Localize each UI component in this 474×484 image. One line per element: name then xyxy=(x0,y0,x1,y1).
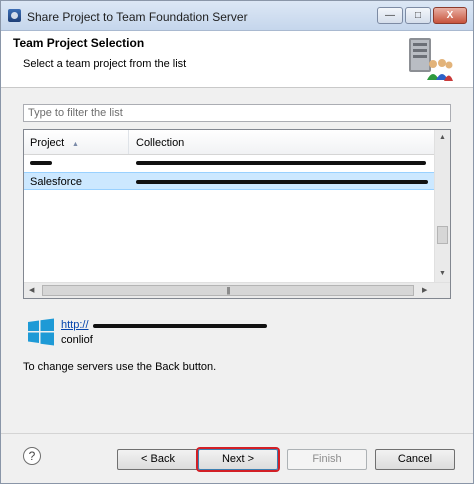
close-button[interactable]: X xyxy=(433,7,467,24)
scroll-left-icon[interactable]: ◀ xyxy=(29,286,34,294)
cancel-button[interactable]: Cancel xyxy=(375,449,455,470)
filter-input[interactable] xyxy=(23,104,451,122)
project-table[interactable]: Project ▲ Collection Salesforce ▲ ▼ ◀ ||… xyxy=(23,129,451,299)
vertical-scrollbar[interactable]: ▲ ▼ xyxy=(434,130,450,282)
cell-project: Salesforce xyxy=(30,176,82,188)
server-username: conliof xyxy=(61,334,93,346)
maximize-button[interactable]: □ xyxy=(405,7,431,24)
page-title: Team Project Selection xyxy=(13,36,145,50)
table-header: Project ▲ Collection xyxy=(24,130,434,155)
vertical-scroll-thumb[interactable] xyxy=(437,226,448,244)
window-title: Share Project to Team Foundation Server xyxy=(27,10,248,24)
server-url-link[interactable]: http:// xyxy=(61,319,89,331)
column-header-collection[interactable]: Collection xyxy=(130,130,434,154)
horizontal-scrollbar[interactable]: ◀ ||| ▶ xyxy=(24,282,450,298)
horizontal-scroll-thumb[interactable]: ||| xyxy=(42,285,414,296)
scroll-down-icon[interactable]: ▼ xyxy=(439,270,446,277)
redaction-scribble xyxy=(136,161,426,165)
footer-divider xyxy=(1,433,473,434)
windows-logo-icon xyxy=(28,318,54,346)
next-button[interactable]: Next > xyxy=(198,449,278,470)
help-icon[interactable]: ? xyxy=(23,447,41,465)
table-row[interactable] xyxy=(24,154,434,172)
scroll-up-icon[interactable]: ▲ xyxy=(439,134,446,141)
dialog-window: Share Project to Team Foundation Server … xyxy=(0,0,474,484)
server-users-icon xyxy=(409,38,453,81)
app-icon xyxy=(8,9,21,22)
scroll-right-icon[interactable]: ▶ xyxy=(422,286,427,294)
redaction-scribble xyxy=(30,161,52,165)
column-header-project[interactable]: Project ▲ xyxy=(24,130,129,154)
table-row[interactable]: Salesforce xyxy=(24,172,434,190)
finish-button[interactable]: Finish xyxy=(287,449,367,470)
redaction-scribble xyxy=(93,324,267,328)
wizard-banner: Team Project Selection Select a team pro… xyxy=(1,31,473,88)
title-bar[interactable]: Share Project to Team Foundation Server … xyxy=(1,1,473,31)
hint-text: To change servers use the Back button. xyxy=(23,361,217,373)
page-subtitle: Select a team project from the list xyxy=(23,58,187,70)
back-button[interactable]: < Back xyxy=(117,449,199,470)
redaction-scribble xyxy=(136,180,428,184)
minimize-button[interactable]: — xyxy=(377,7,403,24)
